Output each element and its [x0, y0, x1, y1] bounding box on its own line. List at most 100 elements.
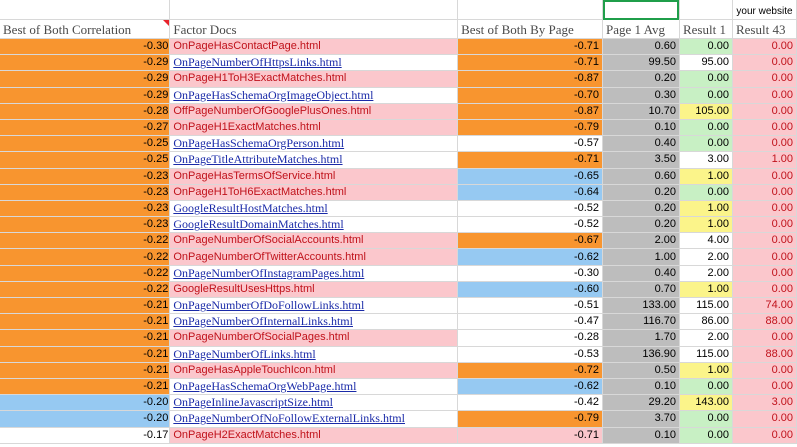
your-website-label[interactable]: your website [732, 0, 797, 20]
result-1-cell[interactable]: 143.00 [679, 394, 733, 412]
by-page-cell[interactable]: -0.62 [457, 378, 604, 396]
result-1-cell[interactable]: 1.00 [679, 200, 733, 218]
by-page-cell[interactable]: -0.72 [457, 362, 604, 379]
factor-doc-link[interactable]: OnPageNumberOfDoFollowLinks.html [169, 297, 459, 315]
result-43-cell[interactable]: 0.00 [732, 70, 797, 88]
result-1-cell[interactable]: 2.00 [679, 329, 733, 347]
page1-avg-cell[interactable]: 0.10 [602, 427, 680, 444]
header-result-43[interactable]: Result 43 [732, 19, 797, 39]
factor-doc-link[interactable]: OnPageInlineJavascriptSize.html [169, 394, 459, 412]
by-page-cell[interactable]: -0.60 [457, 281, 604, 299]
result-1-cell[interactable]: 2.00 [679, 265, 733, 282]
result-1-cell[interactable]: 0.00 [679, 87, 733, 104]
page1-avg-cell[interactable]: 0.40 [602, 135, 680, 153]
by-page-cell[interactable]: -0.57 [457, 135, 604, 153]
correlation-cell[interactable]: -0.21 [0, 313, 171, 331]
factor-doc-link[interactable]: OnPageNumberOfInternalLinks.html [169, 313, 459, 331]
result-1-cell[interactable]: 1.00 [679, 362, 733, 379]
page1-avg-cell[interactable]: 1.70 [602, 329, 680, 347]
result-1-cell[interactable]: 0.00 [679, 410, 733, 428]
result-1-cell[interactable]: 115.00 [679, 297, 733, 315]
result-43-cell[interactable]: 3.00 [732, 394, 797, 412]
factor-doc-link[interactable]: GoogleResultHostMatches.html [169, 200, 459, 218]
page1-avg-cell[interactable]: 133.00 [602, 297, 680, 315]
factor-doc-link[interactable]: OnPageNumberOfNoFollowExternalLinks.html [169, 410, 459, 428]
by-page-cell[interactable]: -0.79 [457, 410, 604, 428]
result-43-cell[interactable]: 0.00 [732, 281, 797, 299]
by-page-cell[interactable]: -0.53 [457, 346, 604, 363]
page1-avg-cell[interactable]: 116.70 [602, 313, 680, 331]
result-43-cell[interactable]: 0.00 [732, 87, 797, 104]
by-page-cell[interactable]: -0.52 [457, 200, 604, 218]
correlation-cell[interactable]: -0.17 [0, 427, 171, 444]
by-page-cell[interactable]: -0.71 [457, 151, 604, 169]
correlation-cell[interactable]: -0.29 [0, 70, 171, 88]
by-page-cell[interactable]: -0.65 [457, 168, 604, 185]
correlation-cell[interactable]: -0.28 [0, 103, 171, 120]
result-43-cell[interactable]: 0.00 [732, 216, 797, 234]
result-1-cell[interactable]: 0.00 [679, 135, 733, 153]
page1-avg-cell[interactable]: 0.20 [602, 200, 680, 218]
result-43-cell[interactable]: 0.00 [732, 427, 797, 444]
result-1-cell[interactable]: 0.00 [679, 184, 733, 201]
result-43-cell[interactable]: 0.00 [732, 103, 797, 120]
page1-avg-cell[interactable]: 99.50 [602, 54, 680, 72]
cell-blank-c[interactable] [457, 0, 604, 20]
by-page-cell[interactable]: -0.79 [457, 119, 604, 137]
factor-doc-cell[interactable]: OnPageH1ToH3ExactMatches.html [169, 70, 459, 88]
correlation-cell[interactable]: -0.22 [0, 281, 171, 299]
result-1-cell[interactable]: 0.00 [679, 70, 733, 88]
correlation-cell[interactable]: -0.23 [0, 184, 171, 201]
factor-doc-cell[interactable]: OnPageNumberOfSocialAccounts.html [169, 232, 459, 250]
result-1-cell[interactable]: 1.00 [679, 216, 733, 234]
cell-blank-b[interactable] [169, 0, 459, 20]
factor-doc-cell[interactable]: OnPageNumberOfSocialPages.html [169, 329, 459, 347]
factor-doc-link[interactable]: OnPageNumberOfInstagramPages.html [169, 265, 459, 282]
correlation-cell[interactable]: -0.25 [0, 135, 171, 153]
by-page-cell[interactable]: -0.71 [457, 38, 604, 56]
by-page-cell[interactable]: -0.52 [457, 216, 604, 234]
factor-doc-link[interactable]: OnPageNumberOfHttpsLinks.html [169, 54, 459, 72]
by-page-cell[interactable]: -0.71 [457, 54, 604, 72]
result-43-cell[interactable]: 0.00 [732, 362, 797, 379]
correlation-cell[interactable]: -0.21 [0, 329, 171, 347]
page1-avg-cell[interactable]: 0.20 [602, 70, 680, 88]
page1-avg-cell[interactable]: 0.40 [602, 265, 680, 282]
result-1-cell[interactable]: 0.00 [679, 378, 733, 396]
result-43-cell[interactable]: 0.00 [732, 378, 797, 396]
result-1-cell[interactable]: 0.00 [679, 427, 733, 444]
result-1-cell[interactable]: 2.00 [679, 248, 733, 266]
page1-avg-cell[interactable]: 136.90 [602, 346, 680, 363]
factor-doc-cell[interactable]: OnPageHasAppleTouchIcon.html [169, 362, 459, 379]
result-43-cell[interactable]: 74.00 [732, 297, 797, 315]
result-1-cell[interactable]: 1.00 [679, 168, 733, 185]
result-43-cell[interactable]: 0.00 [732, 119, 797, 137]
page1-avg-cell[interactable]: 0.10 [602, 119, 680, 137]
page1-avg-cell[interactable]: 2.00 [602, 232, 680, 250]
factor-doc-cell[interactable]: OnPageHasTermsOfService.html [169, 168, 459, 185]
result-43-cell[interactable]: 0.00 [732, 265, 797, 282]
by-page-cell[interactable]: -0.87 [457, 70, 604, 88]
result-43-cell[interactable]: 0.00 [732, 329, 797, 347]
page1-avg-cell[interactable]: 0.50 [602, 362, 680, 379]
result-43-cell[interactable]: 0.00 [732, 200, 797, 218]
by-page-cell[interactable]: -0.51 [457, 297, 604, 315]
cell-blank-e[interactable] [679, 0, 733, 20]
header-factor-docs[interactable]: Factor Docs [169, 19, 459, 39]
selected-cell[interactable] [602, 0, 680, 20]
result-43-cell[interactable]: 88.00 [732, 313, 797, 331]
factor-doc-cell[interactable]: OnPageHasContactPage.html [169, 38, 459, 56]
correlation-cell[interactable]: -0.27 [0, 119, 171, 137]
factor-doc-cell[interactable]: OnPageH1ExactMatches.html [169, 119, 459, 137]
result-1-cell[interactable]: 4.00 [679, 232, 733, 250]
by-page-cell[interactable]: -0.62 [457, 248, 604, 266]
correlation-cell[interactable]: -0.21 [0, 378, 171, 396]
correlation-cell[interactable]: -0.29 [0, 54, 171, 72]
factor-doc-cell[interactable]: OnPageNumberOfTwitterAccounts.html [169, 248, 459, 266]
factor-doc-link[interactable]: OnPageHasSchemaOrgImageObject.html [169, 87, 459, 104]
factor-doc-link[interactable]: OnPageNumberOfLinks.html [169, 346, 459, 363]
page1-avg-cell[interactable]: 0.60 [602, 168, 680, 185]
result-43-cell[interactable]: 0.00 [732, 232, 797, 250]
correlation-cell[interactable]: -0.23 [0, 168, 171, 185]
factor-doc-cell[interactable]: OnPageH1ToH6ExactMatches.html [169, 184, 459, 201]
